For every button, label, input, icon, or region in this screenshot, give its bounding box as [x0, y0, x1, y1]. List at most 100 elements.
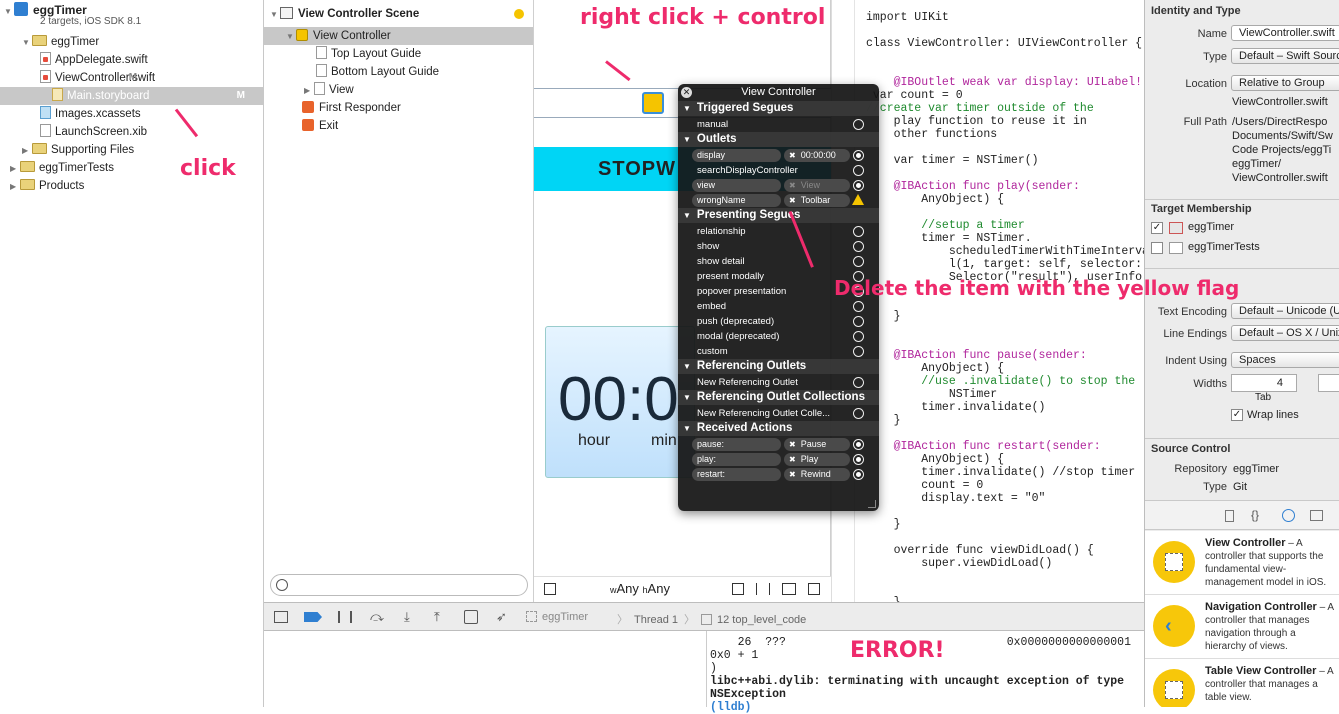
- hud-connection-row[interactable]: display ✖ 00:00:00: [692, 148, 864, 163]
- nav-file-appdelegate[interactable]: AppDelegate.swift: [40, 51, 148, 69]
- hud-connection-row[interactable]: view ✖ View: [692, 178, 864, 193]
- outline-toggle-icon[interactable]: [544, 583, 556, 595]
- outline-item-bottom-layout-guide[interactable]: Bottom Layout Guide: [316, 63, 439, 81]
- type-popup[interactable]: Default – Swift Source: [1231, 48, 1339, 64]
- remove-connection-icon[interactable]: ✖: [789, 181, 796, 190]
- disclosure-icon[interactable]: ▶: [304, 82, 314, 100]
- file-template-icon[interactable]: [1225, 510, 1234, 522]
- resize-handle-icon[interactable]: [868, 500, 876, 508]
- nav-folder-egg-timer-tests[interactable]: ▶ eggTimerTests: [10, 159, 114, 177]
- connection-circle-icon[interactable]: [853, 377, 864, 388]
- connection-target-pill[interactable]: ✖ Toolbar: [784, 194, 850, 207]
- library-item[interactable]: View Controller – A controller that supp…: [1145, 531, 1339, 595]
- connection-target-pill[interactable]: ✖ Pause: [784, 438, 850, 451]
- media-library-icon[interactable]: [1310, 510, 1323, 521]
- disclosure-icon[interactable]: ▶: [10, 178, 20, 196]
- connection-circle-icon[interactable]: [853, 469, 864, 480]
- line-endings-popup[interactable]: Default – OS X / Unix: [1231, 325, 1339, 341]
- location-popup[interactable]: Relative to Group: [1231, 75, 1339, 91]
- pin-icon[interactable]: [756, 583, 770, 595]
- remove-connection-icon[interactable]: ✖: [789, 440, 796, 449]
- nav-file-images[interactable]: Images.xcassets: [40, 105, 141, 123]
- resolve-icon[interactable]: [782, 583, 796, 595]
- hide-debug-area-icon[interactable]: [274, 611, 288, 623]
- connection-circle-icon[interactable]: [853, 454, 864, 465]
- connection-circle-icon[interactable]: [853, 165, 864, 176]
- resizing-icon[interactable]: [808, 583, 820, 595]
- remove-connection-icon[interactable]: ✖: [789, 470, 796, 479]
- hud-section-header[interactable]: ▼ Referencing Outlet Collections: [678, 390, 879, 405]
- debug-console[interactable]: 26 ??? 0x0000000000000001 0x0 + 1) libc++a…: [264, 631, 1144, 714]
- hud-section-header[interactable]: ▼ Presenting Segues: [678, 208, 879, 223]
- hud-connection-row[interactable]: custom: [692, 344, 864, 359]
- remove-connection-icon[interactable]: ✖: [789, 196, 796, 205]
- connection-target-pill[interactable]: ✖ View: [784, 179, 850, 192]
- size-class-control[interactable]: wAny hAny: [610, 581, 670, 596]
- disclosure-icon[interactable]: ▼: [683, 393, 691, 402]
- hud-connection-row[interactable]: wrongName ✖ Toolbar: [692, 193, 864, 208]
- disclosure-icon[interactable]: ▼: [683, 135, 691, 144]
- connection-target-pill[interactable]: ✖ Rewind: [784, 468, 850, 481]
- object-library-icon[interactable]: [1282, 509, 1295, 522]
- connection-circle-icon[interactable]: [853, 316, 864, 327]
- hud-section-header[interactable]: ▼ Referencing Outlets: [678, 359, 879, 374]
- connection-circle-icon[interactable]: [853, 119, 864, 130]
- hud-connection-row[interactable]: manual: [692, 117, 864, 132]
- hud-section-header[interactable]: ▼ Triggered Segues: [678, 101, 879, 116]
- hud-connection-row[interactable]: show detail: [692, 254, 864, 269]
- scene-status-icon[interactable]: [514, 9, 524, 19]
- connection-circle-icon[interactable]: [853, 301, 864, 312]
- nav-folder-egg-timer[interactable]: ▼ eggTimer: [22, 33, 99, 51]
- connection-circle-icon[interactable]: [853, 241, 864, 252]
- disclosure-icon[interactable]: ▼: [683, 424, 691, 433]
- target-checkbox[interactable]: [1151, 242, 1163, 254]
- disclosure-icon[interactable]: ▼: [270, 6, 280, 24]
- continue-icon[interactable]: [338, 611, 352, 623]
- warning-flag-icon[interactable]: [852, 194, 864, 205]
- library-item[interactable]: ‹ Navigation Controller – A controller th…: [1145, 595, 1339, 659]
- code-snippet-icon[interactable]: {}: [1251, 508, 1259, 522]
- disclosure-icon[interactable]: ▼: [683, 211, 691, 220]
- connection-target-pill[interactable]: ✖ Play: [784, 453, 850, 466]
- breakpoints-icon[interactable]: [304, 612, 322, 622]
- library-item[interactable]: Table View Controller – A controller tha…: [1145, 659, 1339, 707]
- step-over-icon[interactable]: ⤼: [370, 609, 384, 625]
- hud-connection-row[interactable]: play: ✖ Play: [692, 452, 864, 467]
- hud-connection-row[interactable]: push (deprecated): [692, 314, 864, 329]
- wrap-lines-checkbox[interactable]: ✓: [1231, 409, 1243, 421]
- disclosure-icon[interactable]: ▼: [4, 3, 14, 21]
- text-encoding-popup[interactable]: Default – Unicode (UTF-8): [1231, 303, 1339, 319]
- disclosure-icon[interactable]: ▶: [10, 160, 20, 178]
- hud-section-header[interactable]: ▼ Received Actions: [678, 421, 879, 436]
- connection-circle-icon[interactable]: [853, 346, 864, 357]
- remove-connection-icon[interactable]: ✖: [789, 455, 796, 464]
- location-icon[interactable]: ➶: [496, 609, 507, 625]
- connection-circle-icon[interactable]: [853, 256, 864, 267]
- hud-connection-row[interactable]: relationship: [692, 224, 864, 239]
- disclosure-icon[interactable]: ▶: [22, 142, 32, 160]
- connection-circle-icon[interactable]: [853, 180, 864, 191]
- hud-connection-row[interactable]: modal (deprecated): [692, 329, 864, 344]
- connection-target-pill[interactable]: ✖ 00:00:00: [784, 149, 850, 162]
- outline-item-view-controller[interactable]: ▼ View Controller: [264, 27, 533, 45]
- disclosure-icon[interactable]: ▼: [22, 34, 32, 52]
- connection-circle-icon[interactable]: [853, 408, 864, 419]
- view-debugger-icon[interactable]: [464, 610, 478, 624]
- crumb-thread[interactable]: 〉 Thread 1: [617, 611, 678, 627]
- hud-connection-row[interactable]: New Referencing Outlet: [692, 375, 864, 390]
- target-checkbox[interactable]: ✓: [1151, 222, 1163, 234]
- indent-width-field[interactable]: [1318, 374, 1339, 392]
- outline-item-first-responder[interactable]: First Responder: [302, 99, 401, 117]
- hud-connection-row[interactable]: show: [692, 239, 864, 254]
- crumb-frame[interactable]: 〉 12 top_level_code: [684, 611, 806, 627]
- nav-file-launchscreen[interactable]: LaunchScreen.xib: [40, 123, 147, 141]
- hud-connection-row[interactable]: restart: ✖ Rewind: [692, 467, 864, 482]
- connection-circle-icon[interactable]: [853, 439, 864, 450]
- view-controller-dock-icon[interactable]: [642, 92, 664, 114]
- hud-connection-row[interactable]: pause: ✖ Pause: [692, 437, 864, 452]
- tab-width-field[interactable]: 4: [1231, 374, 1297, 392]
- remove-connection-icon[interactable]: ✖: [789, 151, 796, 160]
- align-icon[interactable]: [732, 583, 744, 595]
- step-out-icon[interactable]: ⤒: [434, 609, 440, 625]
- hud-connection-row[interactable]: searchDisplayController: [692, 163, 864, 178]
